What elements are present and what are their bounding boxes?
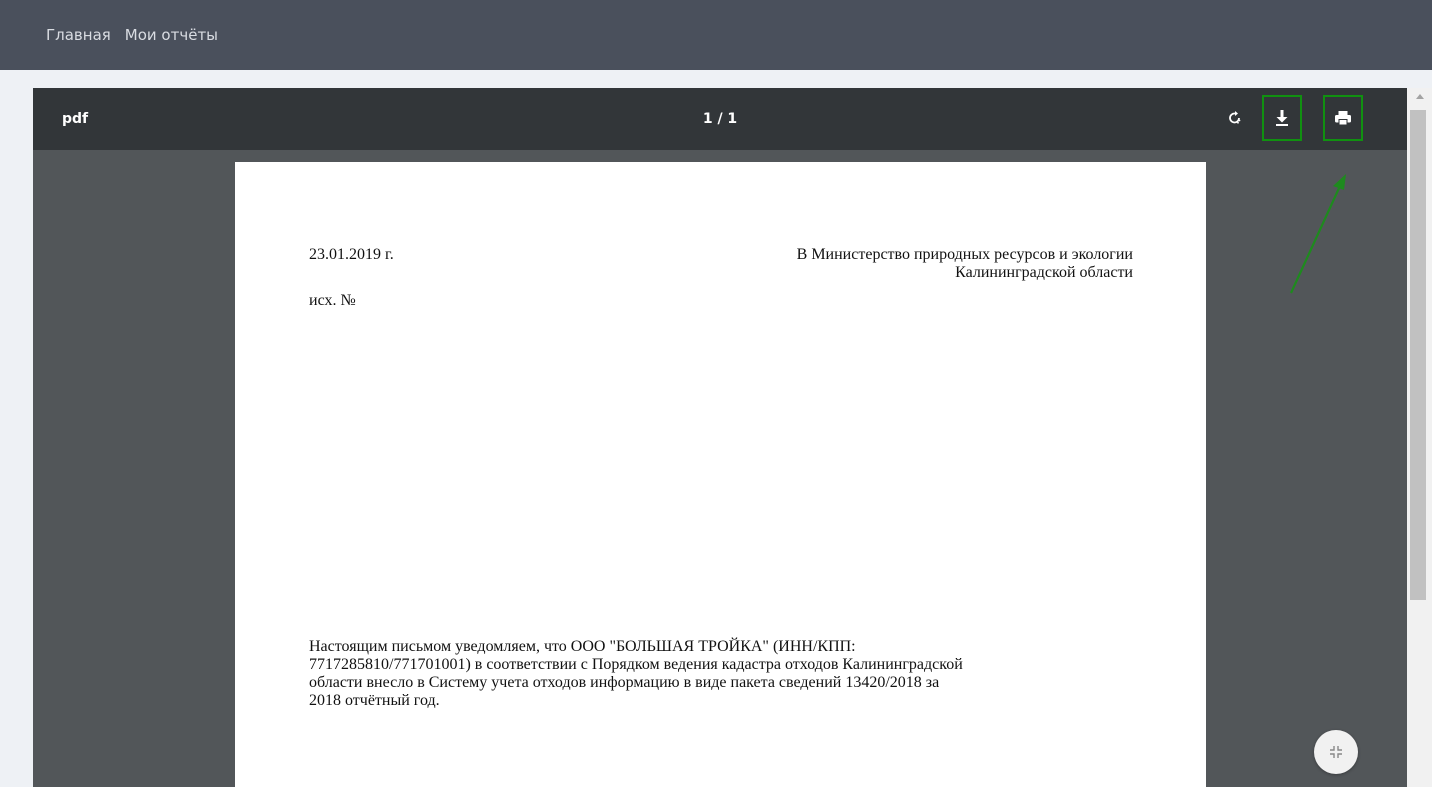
addressee-line: Калининградской области [955,264,1133,281]
pdf-page: 23.01.2019 г. исх. № В Министерство прир… [235,162,1206,787]
rotate-icon [1229,111,1241,124]
body-line: области внесло в Систему учета отходов и… [309,674,940,691]
pdf-toolbar: pdf 1 / 1 [33,88,1407,150]
nav-my-reports-link[interactable]: Мои отчёты [125,26,218,44]
addressee-line: В Министерство природных ресурсов и экол… [796,246,1133,263]
body-line: Настоящим письмом уведомляем, что ООО "Б… [309,638,856,655]
document-body: Настоящим письмом уведомляем, что ООО "Б… [309,638,1149,710]
document-date: 23.01.2019 г. [309,246,394,263]
download-icon [1276,110,1288,126]
page-scrollbar[interactable] [1407,88,1432,787]
print-icon [1335,111,1351,125]
top-nav: Главная Мои отчёты [0,0,1432,70]
pdf-viewer: pdf 1 / 1 23.01.2019 г. исх. № В Министе… [33,88,1407,787]
page-indicator: 1 / 1 [702,111,738,127]
print-button[interactable] [1323,95,1363,141]
body-line: 7717285810/771701001) в соответствии с П… [309,656,963,673]
fit-page-icon [1330,746,1342,758]
body-line: 2018 отчётный год. [309,692,440,709]
scroll-up-arrow-icon[interactable] [1407,88,1432,104]
download-button[interactable] [1262,95,1302,141]
nav-home-link[interactable]: Главная [46,26,111,44]
fit-page-button[interactable] [1314,730,1358,774]
document-reference: исх. № [309,292,356,309]
rotate-button[interactable] [1215,95,1255,141]
document-addressee: В Министерство природных ресурсов и экол… [797,246,1133,282]
scrollbar-thumb[interactable] [1410,110,1426,600]
